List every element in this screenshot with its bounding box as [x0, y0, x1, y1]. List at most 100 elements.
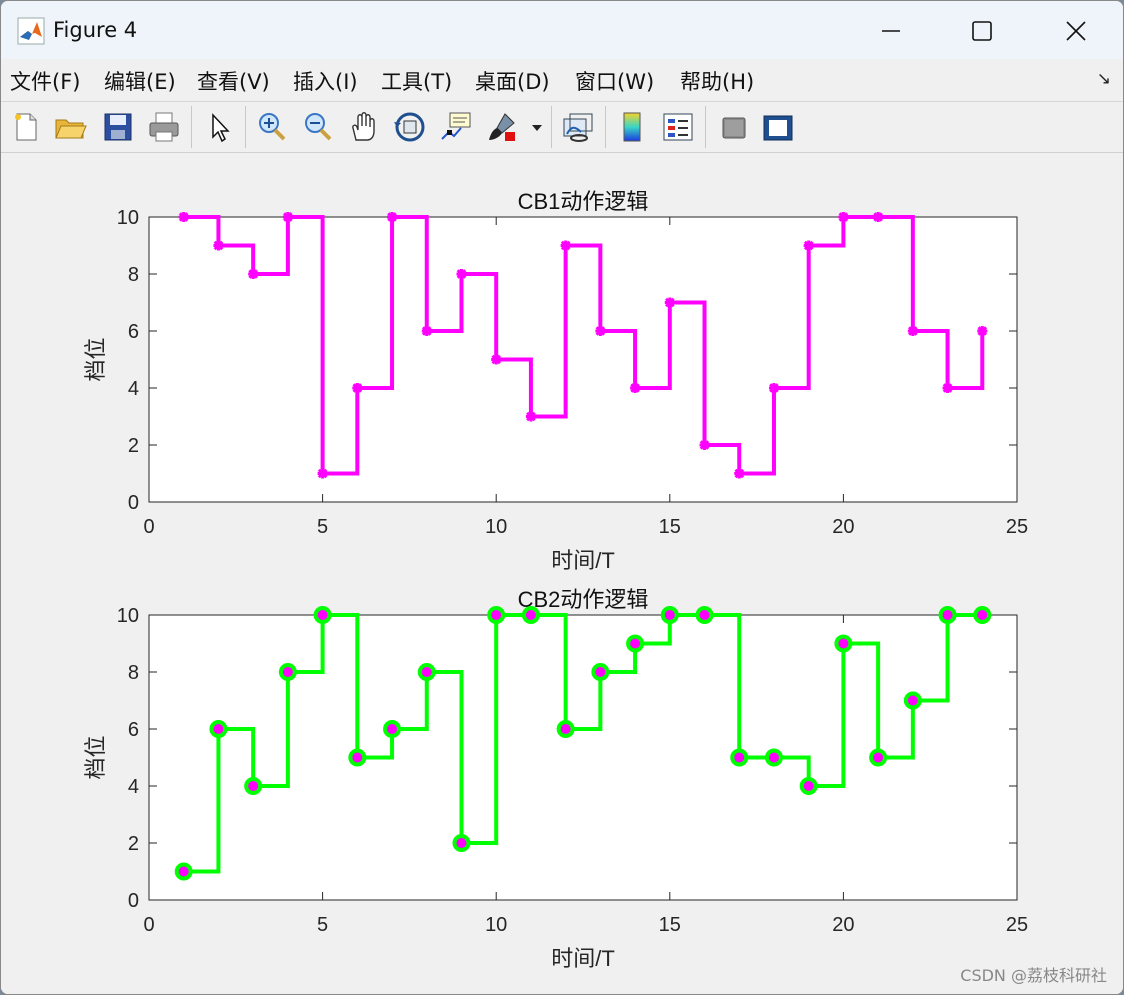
data-point: [383, 720, 402, 738]
data-point: [838, 212, 849, 222]
x-tick-label: 20: [832, 914, 854, 936]
menu-tools[interactable]: 工具(T): [381, 66, 452, 96]
minimize-icon: [882, 30, 900, 32]
x-tick-label: 0: [143, 914, 154, 936]
data-point: [903, 691, 922, 710]
y-tick-label: 4: [128, 776, 139, 798]
colorbar-icon[interactable]: [615, 110, 649, 144]
toolbar-separator: [551, 106, 552, 148]
y-tick-label: 2: [128, 435, 139, 457]
data-point: [764, 748, 783, 767]
data-point: [803, 240, 814, 251]
data-point: [178, 212, 189, 222]
y-tick-label: 0: [128, 890, 139, 912]
data-point: [973, 606, 992, 624]
data-point: [595, 326, 606, 336]
toolbar-separator: [705, 106, 706, 148]
print-icon[interactable]: [147, 110, 181, 144]
menu-window[interactable]: 窗口(W): [575, 66, 654, 96]
zoom-in-icon[interactable]: [255, 110, 289, 144]
x-tick-label: 10: [485, 516, 507, 538]
data-point: [491, 354, 502, 365]
menu-help[interactable]: 帮助(H): [680, 66, 754, 96]
watermark-text: CSDN @荔枝科研社: [960, 966, 1107, 985]
toolbar-separator: [605, 106, 606, 148]
data-point: [938, 606, 957, 624]
figure-canvas[interactable]: 0 5 10 15 20 25 0 2 4 6 8 10 CB1动作逻辑 时间/T 档位 0 5 10 15 20 25…: [1, 153, 1123, 994]
dock-figure-icon[interactable]: ↘: [1097, 69, 1111, 89]
menu-edit[interactable]: 编辑(E): [104, 66, 176, 96]
data-point: [278, 663, 297, 681]
brush-dropdown-icon[interactable]: [529, 110, 545, 144]
data-cursor-icon[interactable]: [439, 110, 473, 144]
y-tick-label: 6: [128, 719, 139, 741]
data-point: [664, 297, 675, 308]
legend-icon[interactable]: [661, 110, 695, 144]
menu-bar: 文件(F) 编辑(E) 查看(V) 插入(I) 工具(T) 桌面(D) 窗口(W…: [1, 59, 1123, 101]
axes-1: 0 5 10 15 20 25 0 2 4 6 8 10 CB1动作逻辑时间/T 档位: [83, 189, 1028, 573]
maximize-button[interactable]: [947, 9, 1017, 53]
minimize-button[interactable]: [856, 9, 926, 53]
title-bar[interactable]: Figure 4: [1, 1, 1123, 59]
data-point: [421, 326, 432, 336]
x-tick-label: 5: [317, 516, 328, 538]
data-point: [942, 383, 953, 393]
data-point: [869, 748, 888, 767]
close-button[interactable]: [1041, 9, 1111, 53]
data-point: [591, 663, 610, 681]
pan-hand-icon[interactable]: [347, 110, 381, 144]
toolbar-separator: [245, 106, 246, 148]
matlab-logo-icon: [17, 17, 45, 45]
data-point: [660, 606, 679, 624]
axes-2: 0 5 10 15 20 25 0 2 4 6 8 10 CB2动作逻辑时间/T 档位: [83, 587, 1028, 971]
y-tick-label: 8: [128, 662, 139, 684]
data-point: [209, 720, 228, 738]
menu-file[interactable]: 文件(F): [10, 66, 80, 96]
data-point: [695, 606, 714, 624]
data-point: [556, 720, 575, 738]
hide-plot-tools-icon[interactable]: [717, 110, 751, 144]
show-plot-tools-icon[interactable]: [761, 110, 795, 144]
y-axis-label: 档位: [83, 337, 108, 381]
data-point: [282, 212, 293, 222]
chart-title: CB1动作逻辑: [518, 189, 649, 214]
data-point: [313, 606, 332, 624]
rotate-3d-icon[interactable]: [393, 110, 427, 144]
data-point: [317, 468, 328, 479]
y-tick-label: 10: [117, 605, 139, 627]
x-tick-label: 0: [143, 516, 154, 538]
plots-svg: 0 5 10 15 20 250246810CB1动作逻辑时间/T档位0 5 10 15 20 25…: [83, 189, 1028, 971]
select-arrow-icon[interactable]: [203, 110, 237, 144]
x-axis-label: 时间/T: [551, 548, 615, 573]
menu-insert[interactable]: 插入(I): [293, 66, 358, 96]
x-tick-label: 10: [485, 914, 507, 936]
data-point: [699, 440, 710, 450]
data-point: [734, 468, 745, 479]
save-icon[interactable]: [101, 110, 135, 144]
figure-window: Figure 4 文件(F) 编辑(E) 查看(V) 插入(I) 工具(T) 桌…: [0, 0, 1124, 995]
maximize-icon: [972, 21, 992, 41]
chart-title: CB2动作逻辑: [518, 587, 649, 612]
menu-view[interactable]: 查看(V): [197, 66, 270, 96]
brush-icon[interactable]: [485, 110, 519, 144]
open-file-icon[interactable]: [53, 110, 87, 144]
data-point: [213, 240, 224, 251]
plot-area: [148, 216, 1018, 503]
data-point: [244, 777, 263, 795]
data-point: [977, 326, 988, 336]
window-title: Figure 4: [53, 18, 138, 42]
data-point: [873, 212, 884, 222]
data-point: [799, 777, 818, 795]
link-plot-icon[interactable]: [561, 110, 595, 144]
data-point: [174, 862, 193, 881]
menu-desktop[interactable]: 桌面(D): [475, 66, 550, 96]
data-point: [387, 212, 398, 222]
x-tick-label: 25: [1006, 516, 1028, 538]
y-tick-label: 8: [128, 264, 139, 286]
data-point: [456, 269, 467, 279]
y-tick-label: 2: [128, 833, 139, 855]
data-point: [560, 240, 571, 251]
new-figure-icon[interactable]: [9, 110, 43, 144]
zoom-out-icon[interactable]: [301, 110, 335, 144]
figure-toolbar: [1, 101, 1123, 153]
